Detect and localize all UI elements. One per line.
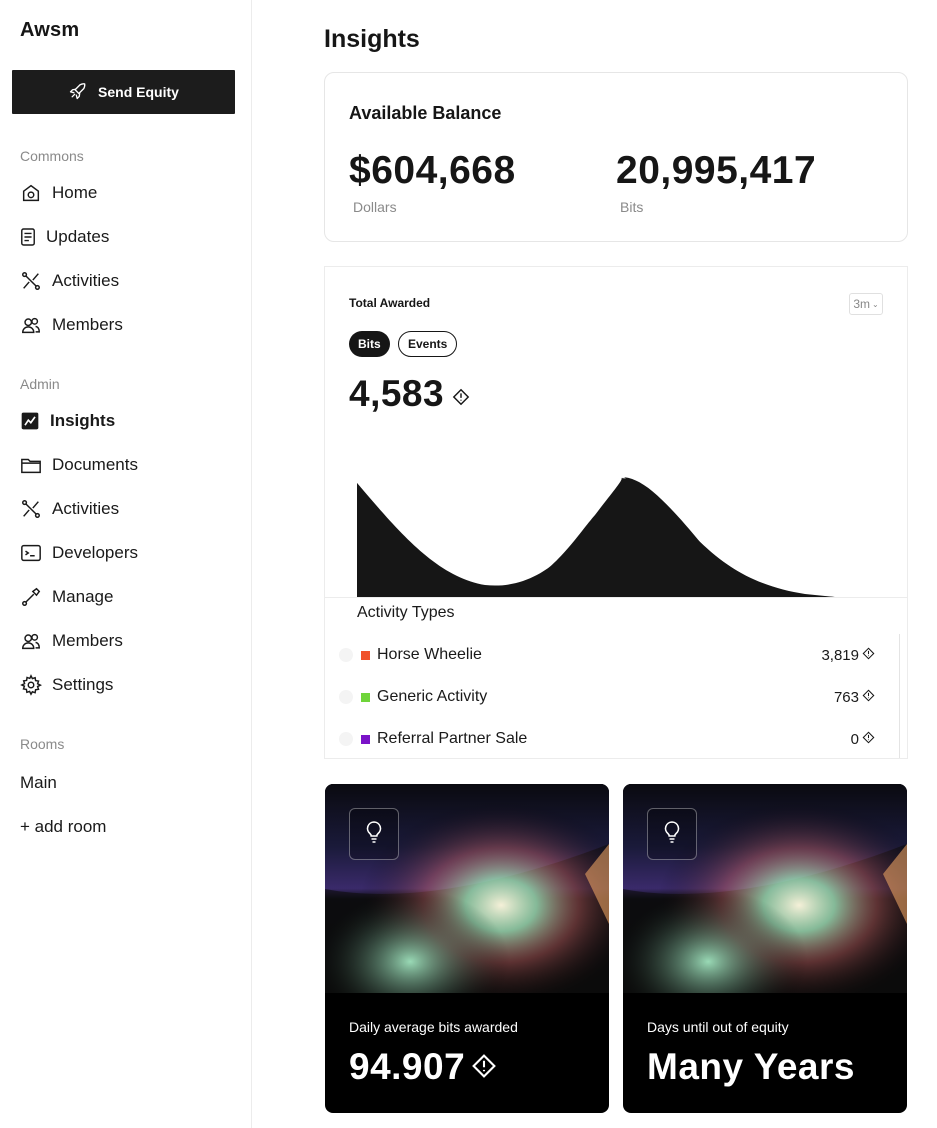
daily-average-card: Daily average bits awarded 94.907 xyxy=(325,784,609,1113)
bits-icon xyxy=(471,1046,497,1088)
available-balance-card: Available Balance $604,668 Dollars 20,99… xyxy=(324,72,908,242)
wrench-icon xyxy=(20,586,42,608)
activity-types-panel: Activity Types Horse Wheelie 3,819 Gener… xyxy=(325,597,907,758)
row-indicator xyxy=(339,690,353,704)
total-awarded-value: 4,583 xyxy=(349,373,470,415)
activity-value-number: 3,819 xyxy=(821,646,859,664)
sidebar-item-activities-admin[interactable]: Activities xyxy=(20,496,119,522)
members-icon xyxy=(20,630,42,652)
sidebar-item-updates[interactable]: Updates xyxy=(20,224,109,250)
activity-name: Horse Wheelie xyxy=(377,646,482,663)
activity-name: Referral Partner Sale xyxy=(377,730,528,747)
activity-value: 3,819 xyxy=(821,647,875,664)
stat-value-number: 94.907 xyxy=(349,1046,466,1087)
sidebar-item-manage[interactable]: Manage xyxy=(20,584,113,610)
activity-types-title: Activity Types xyxy=(357,604,455,621)
terminal-icon xyxy=(20,542,42,564)
range-value: 3m xyxy=(853,297,870,311)
sidebar-item-developers[interactable]: Developers xyxy=(20,540,138,566)
sidebar: Awsm Send Equity Commons Home Updates Ac… xyxy=(0,0,252,1128)
chevron-down-icon: ⌄ xyxy=(871,299,879,309)
bits-icon xyxy=(862,731,875,748)
dollars-label: Dollars xyxy=(353,199,397,215)
commons-section-label: Commons xyxy=(20,148,84,164)
activity-value: 0 xyxy=(851,731,875,748)
stat-label: Daily average bits awarded xyxy=(349,1019,518,1035)
lightbulb-icon xyxy=(661,819,683,850)
activity-row-horse-wheelie[interactable]: Horse Wheelie 3,819 xyxy=(339,643,875,667)
awarded-area-chart xyxy=(357,477,835,597)
sidebar-item-insights[interactable]: Insights xyxy=(20,408,115,434)
lightbulb-icon-box xyxy=(647,808,697,860)
bits-icon xyxy=(862,689,875,706)
add-room-link[interactable]: + add room xyxy=(20,817,106,837)
send-equity-button[interactable]: Send Equity xyxy=(12,70,235,114)
sidebar-item-label: Activities xyxy=(52,271,120,290)
bits-icon xyxy=(862,647,875,664)
awarded-area-fill xyxy=(357,478,835,597)
color-swatch xyxy=(361,734,370,744)
color-swatch xyxy=(361,692,370,702)
admin-section-label: Admin xyxy=(20,376,60,392)
rooms-section-label: Rooms xyxy=(20,736,65,752)
sidebar-item-label: Activities xyxy=(52,499,120,518)
activities-icon xyxy=(20,270,42,292)
activity-row-referral-partner-sale[interactable]: Referral Partner Sale 0 xyxy=(339,727,875,751)
gear-icon xyxy=(20,674,42,696)
stat-value: 94.907 xyxy=(349,1046,497,1088)
sidebar-item-label: Settings xyxy=(52,675,114,694)
total-awarded-card: Total Awarded 3m ⌄ Bits Events 4,583 Act… xyxy=(324,266,908,759)
sidebar-item-members-admin[interactable]: Members xyxy=(20,628,123,654)
chart-icon xyxy=(20,410,40,432)
home-icon xyxy=(20,182,42,204)
sidebar-item-settings[interactable]: Settings xyxy=(20,672,113,698)
total-awarded-title: Total Awarded xyxy=(349,296,431,310)
tab-bits[interactable]: Bits xyxy=(349,331,390,357)
document-icon xyxy=(20,226,36,248)
row-indicator xyxy=(339,648,353,662)
sidebar-item-documents[interactable]: Documents xyxy=(20,452,138,478)
activities-icon xyxy=(20,498,42,520)
sidebar-item-label: Updates xyxy=(46,227,110,246)
row-indicator xyxy=(339,732,353,746)
bits-label: Bits xyxy=(620,199,644,215)
total-awarded-number: 4,583 xyxy=(349,373,445,414)
days-until-out-card: Days until out of equity Many Years xyxy=(623,784,907,1113)
activity-name: Generic Activity xyxy=(377,688,488,705)
stat-label: Days until out of equity xyxy=(647,1019,789,1035)
members-icon xyxy=(20,314,42,336)
tab-events[interactable]: Events xyxy=(398,331,458,357)
sidebar-item-label: Home xyxy=(52,183,98,202)
activity-value-number: 763 xyxy=(833,688,859,706)
range-select[interactable]: 3m ⌄ xyxy=(849,293,883,315)
lightbulb-icon-box xyxy=(349,808,399,860)
balance-title: Available Balance xyxy=(349,103,502,123)
bits-icon xyxy=(452,373,470,415)
legend-scrollbar[interactable] xyxy=(899,634,907,758)
stat-value-text: Many Years xyxy=(647,1046,855,1087)
activity-value: 763 xyxy=(834,689,875,706)
sidebar-item-label: Manage xyxy=(52,587,114,606)
lightbulb-icon xyxy=(363,819,385,850)
bits-value: 20,995,417 xyxy=(616,149,817,192)
stat-value: Many Years xyxy=(647,1046,855,1088)
sidebar-item-home[interactable]: Home xyxy=(20,180,97,206)
sidebar-item-label: Developers xyxy=(52,543,138,562)
brand-name: Awsm xyxy=(20,19,80,41)
page-title: Insights xyxy=(324,25,420,53)
dollars-value: $604,668 xyxy=(349,149,516,192)
folder-icon xyxy=(20,454,42,476)
activity-row-generic-activity[interactable]: Generic Activity 763 xyxy=(339,685,875,709)
sidebar-item-label: Members xyxy=(52,315,123,334)
sidebar-item-label: Insights xyxy=(50,411,116,430)
rocket-icon xyxy=(68,81,88,104)
color-swatch xyxy=(361,650,370,660)
activity-value-number: 0 xyxy=(850,730,859,748)
sidebar-item-label: Members xyxy=(52,631,123,650)
sidebar-item-members[interactable]: Members xyxy=(20,312,123,338)
sidebar-item-activities[interactable]: Activities xyxy=(20,268,119,294)
send-equity-label: Send Equity xyxy=(98,84,179,100)
sidebar-item-label: Documents xyxy=(52,455,138,474)
room-item-main[interactable]: Main xyxy=(20,773,57,793)
